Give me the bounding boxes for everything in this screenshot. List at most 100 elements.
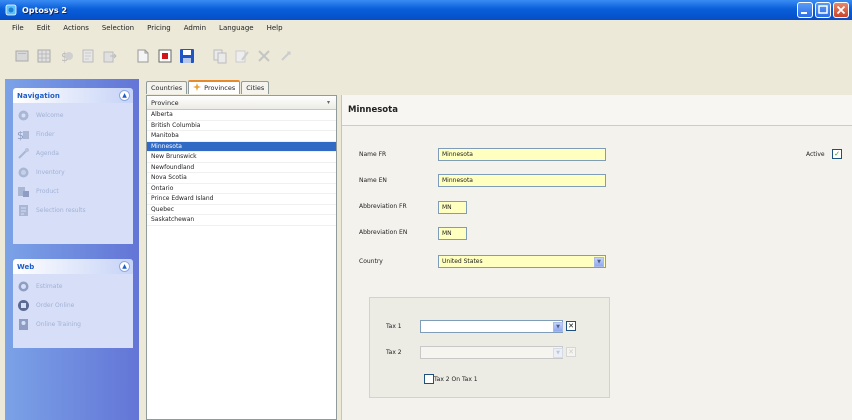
tab-provinces[interactable]: Provinces xyxy=(188,80,241,94)
toolbar-edit-button[interactable] xyxy=(232,46,251,66)
tax-2-clear-button[interactable]: ✕ xyxy=(566,347,576,357)
nav-item-selection-results[interactable]: Selection results xyxy=(13,201,133,220)
inventory-icon xyxy=(17,166,30,179)
name-fr-field[interactable]: Minnesota xyxy=(438,148,606,161)
country-select[interactable]: United States xyxy=(438,255,606,268)
close-icon xyxy=(836,5,846,15)
list-item[interactable]: Ontario xyxy=(147,184,336,194)
list-item[interactable]: Newfoundland xyxy=(147,163,336,173)
name-en-field[interactable]: Minnesota xyxy=(438,174,606,187)
nav-item-estimate[interactable]: Estimate xyxy=(13,277,133,296)
abbreviation-fr-label: Abbreviation FR xyxy=(359,203,407,210)
nav-item-online-training[interactable]: Online Training xyxy=(13,315,133,334)
menu-help[interactable]: Help xyxy=(267,24,283,32)
nav-item-agenda[interactable]: Agenda xyxy=(13,144,133,163)
country-dropdown-button[interactable]: ▼ xyxy=(594,257,604,267)
maximize-button[interactable] xyxy=(815,2,831,18)
nav-item-inventory[interactable]: Inventory xyxy=(13,163,133,182)
open-icon xyxy=(15,50,28,62)
web-panel-header[interactable]: Web ▲ xyxy=(13,259,133,274)
country-label: Country xyxy=(359,258,383,265)
nav-item-label: Online Training xyxy=(36,321,81,328)
close-button[interactable] xyxy=(833,2,849,18)
product-icon xyxy=(17,185,30,198)
toolbar-separator xyxy=(122,46,130,66)
collapse-navigation-icon[interactable]: ▲ xyxy=(119,90,130,101)
list-item[interactable]: Manitoba xyxy=(147,131,336,142)
toolbar-open-button[interactable] xyxy=(12,46,31,66)
nav-item-product[interactable]: Product xyxy=(13,182,133,201)
sidebar: Navigation ▲ Welcome $ Finder Agenda Inv… xyxy=(5,79,139,420)
column-header-label: Province xyxy=(151,98,179,107)
tax-2-on-tax-1-checkbox[interactable] xyxy=(424,374,434,384)
estimate-icon xyxy=(17,280,30,293)
maximize-icon xyxy=(818,5,828,14)
list-item[interactable]: New Brunswick xyxy=(147,152,336,163)
menu-pricing[interactable]: Pricing xyxy=(147,24,171,32)
title-bar: Optosys 2 xyxy=(0,0,852,20)
toolbar-price-button[interactable]: $ xyxy=(56,46,75,66)
minimize-button[interactable] xyxy=(797,2,813,18)
price-icon: $ xyxy=(61,50,73,64)
menu-admin[interactable]: Admin xyxy=(184,24,206,32)
web-panel-title: Web xyxy=(17,262,35,271)
list-item[interactable]: Nova Scotia xyxy=(147,173,336,184)
list-item[interactable]: Saskatchewan xyxy=(147,215,336,226)
toolbar-delete-button[interactable] xyxy=(155,46,174,66)
abbreviation-fr-field[interactable]: MN xyxy=(438,201,467,214)
nav-item-label: Inventory xyxy=(36,169,65,176)
menu-file[interactable]: File xyxy=(12,24,24,32)
toolbar: $ xyxy=(0,35,852,77)
nav-item-label: Order Online xyxy=(36,302,75,309)
tax-2-select[interactable] xyxy=(420,346,563,359)
detail-title: Minnesota xyxy=(342,95,852,126)
toolbar-export-button[interactable] xyxy=(100,46,119,66)
tax-1-select[interactable] xyxy=(420,320,563,333)
province-list-panel: Province ▾ Alberta British Columbia Mani… xyxy=(146,95,337,420)
selection-icon xyxy=(17,204,30,217)
nav-item-label: Welcome xyxy=(36,112,64,119)
list-item[interactable]: British Columbia xyxy=(147,121,336,131)
list-item-selected[interactable]: Minnesota xyxy=(147,141,336,152)
nav-item-label: Product xyxy=(36,188,59,195)
menu-language[interactable]: Language xyxy=(219,24,254,32)
toolbar-remove-button[interactable] xyxy=(254,46,273,66)
province-column-header[interactable]: Province ▾ xyxy=(147,96,336,110)
export-icon xyxy=(103,51,117,63)
country-select-value: United States xyxy=(442,258,483,265)
toolbar-undo-button[interactable] xyxy=(276,46,295,66)
toolbar-save-button[interactable] xyxy=(177,46,196,66)
active-checkbox[interactable]: ✓ xyxy=(832,149,842,159)
checkmark-icon: ✓ xyxy=(834,150,840,158)
chevron-down-icon: ▼ xyxy=(556,324,560,330)
collapse-web-icon[interactable]: ▲ xyxy=(119,261,130,272)
tab-countries[interactable]: Countries xyxy=(146,81,188,94)
tax-2-dropdown-button[interactable]: ▼ xyxy=(553,348,563,358)
chevron-down-icon: ▼ xyxy=(597,259,601,265)
list-item[interactable]: Prince Edward Island xyxy=(147,194,336,205)
web-panel: Estimate Order Online Online Training xyxy=(13,274,133,348)
nav-item-finder[interactable]: $ Finder xyxy=(13,125,133,144)
navigation-panel-header[interactable]: Navigation ▲ xyxy=(13,88,133,103)
navigation-panel-title: Navigation xyxy=(17,91,60,100)
toolbar-new-button[interactable] xyxy=(133,46,152,66)
tax-1-clear-button[interactable]: ✕ xyxy=(566,321,576,331)
menu-actions[interactable]: Actions xyxy=(63,24,89,32)
list-item[interactable]: Quebec xyxy=(147,205,336,215)
menu-selection[interactable]: Selection xyxy=(102,24,134,32)
tab-cities[interactable]: Cities xyxy=(241,81,270,94)
toolbar-report-button[interactable] xyxy=(78,46,97,66)
tab-label: Provinces xyxy=(204,84,236,92)
toolbar-copy-button[interactable] xyxy=(210,46,229,66)
report-icon xyxy=(82,49,93,63)
abbreviation-en-field[interactable]: MN xyxy=(438,227,467,240)
list-item[interactable]: Alberta xyxy=(147,110,336,121)
nav-item-order-online[interactable]: Order Online xyxy=(13,296,133,315)
toolbar-grid-button[interactable] xyxy=(34,46,53,66)
stop-record-icon xyxy=(158,49,171,63)
nav-item-welcome[interactable]: Welcome xyxy=(13,106,133,125)
navigation-panel: Welcome $ Finder Agenda Inventory Produc… xyxy=(13,103,133,244)
menu-edit[interactable]: Edit xyxy=(37,24,51,32)
tax-1-dropdown-button[interactable]: ▼ xyxy=(553,322,563,332)
abbreviation-en-label: Abbreviation EN xyxy=(359,229,408,236)
